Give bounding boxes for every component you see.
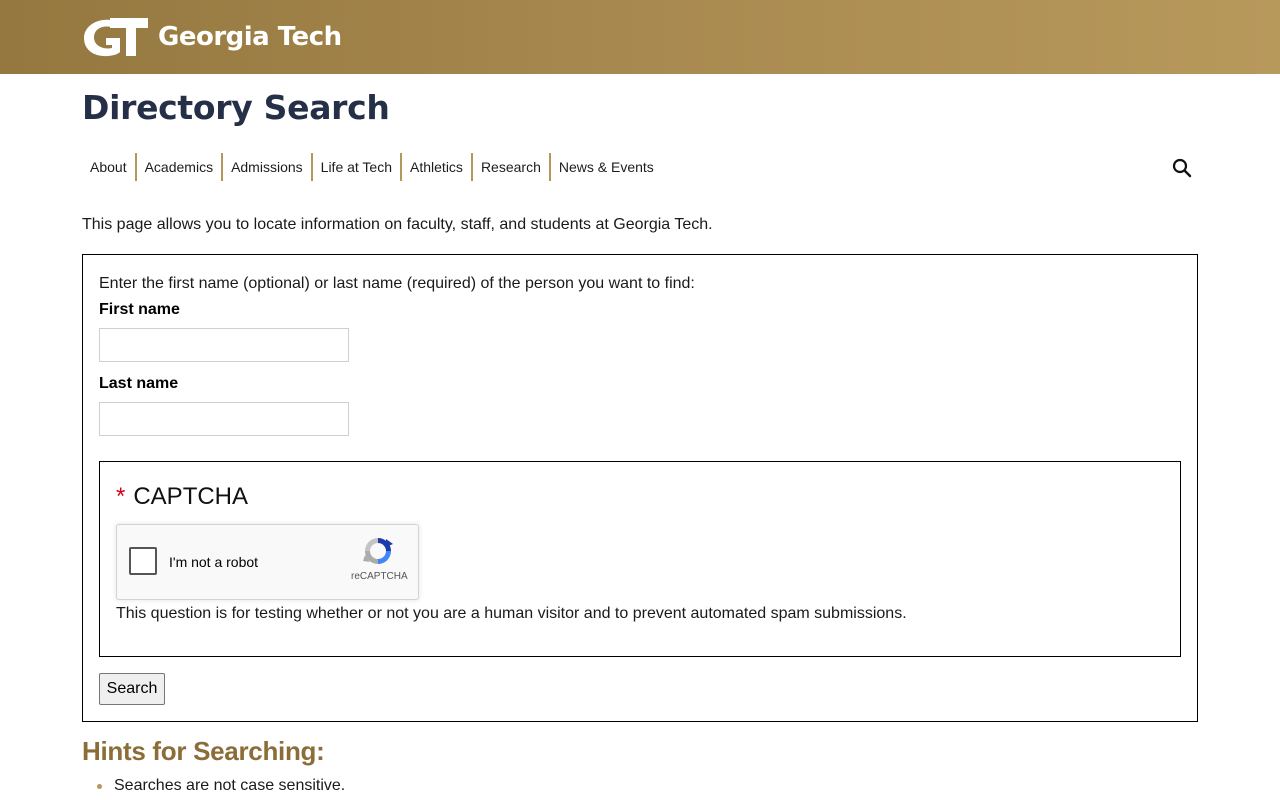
hint-text: Searches are not case sensitive. [114, 777, 346, 794]
nav-item-admissions[interactable]: Admissions [221, 153, 311, 181]
first-name-input[interactable] [99, 328, 349, 362]
search-toggle-button[interactable] [1171, 157, 1193, 179]
recaptcha-checkbox[interactable] [129, 547, 157, 575]
form-instructions: Enter the first name (optional) or last … [99, 275, 695, 292]
nav-item-research[interactable]: Research [470, 153, 549, 181]
last-name-input[interactable] [99, 402, 349, 436]
captcha-fieldset: * CAPTCHA I'm not a robot reCAPTCHA This … [99, 461, 1181, 657]
captcha-title-text: CAPTCHA [133, 483, 249, 510]
bullet-dot-icon [97, 784, 102, 789]
first-name-label: First name [99, 301, 180, 318]
recaptcha-widget: I'm not a robot reCAPTCHA [116, 524, 419, 600]
logo-wordmark: Georgia Tech [158, 22, 342, 52]
hints-list: Searches are not case sensitive. [82, 776, 345, 796]
last-name-label: Last name [99, 375, 179, 392]
nav-item-athletics[interactable]: Athletics [400, 153, 471, 181]
nav-item-life-at-tech[interactable]: Life at Tech [310, 153, 400, 181]
recaptcha-label: I'm not a robot [169, 554, 259, 570]
captcha-description: This question is for testing whether or … [116, 605, 907, 622]
recaptcha-logo-icon [363, 538, 393, 564]
required-marker: * [116, 483, 126, 510]
main-nav: About Academics Admissions Life at Tech … [82, 153, 662, 181]
page-title: Directory Search [82, 88, 390, 127]
captcha-title: * CAPTCHA [116, 482, 248, 512]
directory-search-form: Enter the first name (optional) or last … [82, 254, 1198, 722]
georgia-tech-logo[interactable]: Georgia Tech [82, 14, 342, 60]
recaptcha-brand: reCAPTCHA [351, 571, 408, 582]
nav-item-academics[interactable]: Academics [134, 153, 221, 181]
site-header: Georgia Tech [0, 0, 1280, 74]
gt-monogram-icon [84, 18, 148, 57]
nav-item-news-events[interactable]: News & Events [548, 153, 662, 181]
intro-text: This page allows you to locate informati… [82, 216, 713, 233]
search-icon [1172, 158, 1192, 178]
search-button[interactable]: Search [99, 673, 165, 705]
nav-item-about[interactable]: About [82, 153, 135, 181]
hints-title: Hints for Searching: [82, 736, 325, 766]
hint-item: Searches are not case sensitive. [82, 776, 345, 796]
